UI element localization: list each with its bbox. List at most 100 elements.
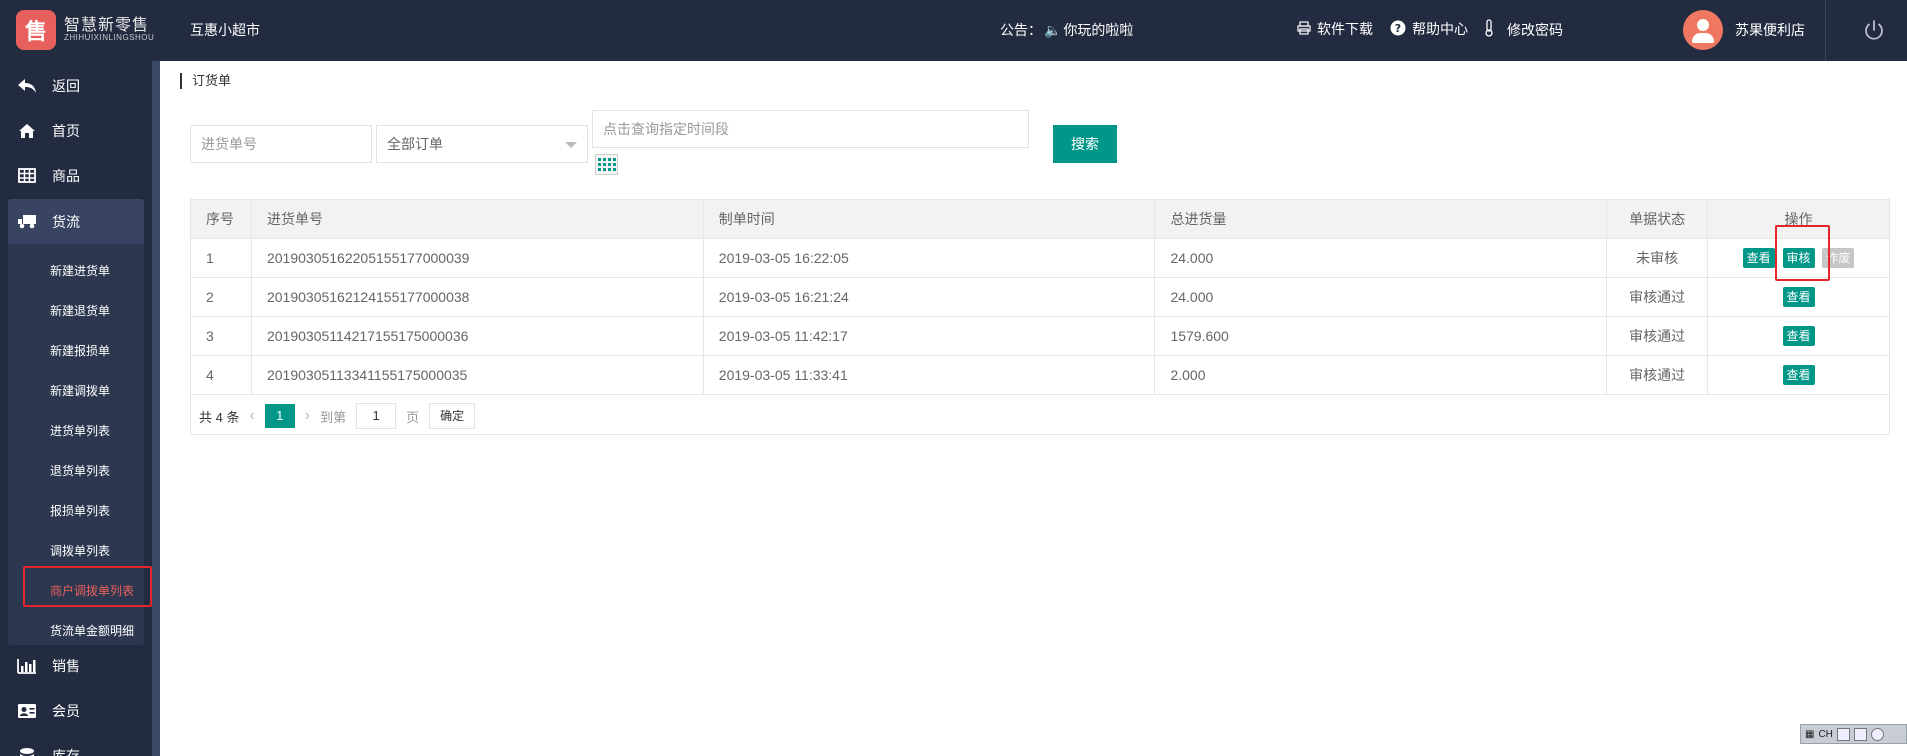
table-header-row: 序号 进货单号 制单时间 总进货量 单据状态 操作 xyxy=(190,199,1890,239)
software-download-link[interactable]: 软件下载 xyxy=(1297,19,1373,39)
speaker-icon: 🔈 xyxy=(1044,22,1062,38)
cell-order-no: 20190305114217155175000036 xyxy=(250,316,704,356)
truck-icon xyxy=(16,213,38,231)
store-title: 互惠小超市 xyxy=(190,22,260,38)
sidebar-sub-transfer-list[interactable]: 调拨单列表 xyxy=(50,542,110,559)
header-index: 序号 xyxy=(190,199,252,239)
cell-status: 审核通过 xyxy=(1606,355,1709,395)
sidebar: 返回 首页 商品 货流 新建进货单 新建退货单 新建报损单 新建调拨单 进货单列… xyxy=(0,61,152,756)
view-button[interactable]: 查看 xyxy=(1782,326,1815,346)
bar-chart-icon xyxy=(16,657,38,675)
goto-page-input[interactable]: 1 xyxy=(356,403,397,429)
sidebar-item-label: 首页 xyxy=(52,122,80,139)
sidebar-item-goods[interactable]: 商品 xyxy=(0,153,152,198)
logo-en: ZHIHUIXINLINGSHOU xyxy=(64,33,155,43)
breadcrumb: 订货单 xyxy=(180,73,231,89)
shop-name[interactable]: 苏果便利店 xyxy=(1735,20,1805,40)
highlight-box-sidebar xyxy=(23,566,152,607)
time-range-input[interactable]: 点击查询指定时间段 xyxy=(592,110,1029,148)
cell-time: 2019-03-05 11:33:41 xyxy=(702,355,1156,395)
sidebar-item-label: 商品 xyxy=(52,167,80,184)
top-divider xyxy=(1825,0,1826,61)
logo-text: 智慧新零售 ZHIHUIXINLINGSHOU xyxy=(64,17,154,43)
cell-actions: 查看 xyxy=(1707,277,1890,317)
avatar[interactable] xyxy=(1683,10,1723,50)
top-bar: 售 智慧新零售 ZHIHUIXINLINGSHOU 互惠小超市 公告： 🔈 你玩的啦… xyxy=(0,0,1907,61)
cell-order-no: 20190305162124155177000038 xyxy=(250,277,704,317)
view-button[interactable]: 查看 xyxy=(1782,287,1815,307)
notice-bar: 公告： 🔈 你玩的啦啦 xyxy=(1000,20,1133,40)
sidebar-sub-loss-list[interactable]: 报损单列表 xyxy=(50,502,110,519)
time-range-placeholder: 点击查询指定时间段 xyxy=(603,121,729,137)
sidebar-item-inventory[interactable]: 库存 xyxy=(0,733,152,756)
goto-confirm-button[interactable]: 确定 xyxy=(429,403,476,429)
table-row: 2 20190305162124155177000038 2019-03-05 … xyxy=(190,277,1890,317)
notice-text: 你玩的啦啦 xyxy=(1063,22,1134,38)
help-icon[interactable] xyxy=(1870,727,1884,741)
order-no-input[interactable]: 进货单号 xyxy=(190,125,372,163)
sidebar-sub-new-transfer[interactable]: 新建调拨单 xyxy=(50,382,110,399)
calendar-icon[interactable] xyxy=(595,154,618,175)
sidebar-item-label: 返回 xyxy=(52,77,80,94)
total-count: 共 4 条 xyxy=(199,409,240,425)
cell-qty: 24.000 xyxy=(1154,277,1608,317)
question-icon: ? xyxy=(1390,20,1406,39)
sidebar-item-label: 销售 xyxy=(52,657,80,674)
thermometer-icon xyxy=(1483,19,1495,40)
keyboard-icon[interactable]: ▦ xyxy=(1805,729,1814,740)
sidebar-item-sales[interactable]: 销售 xyxy=(0,643,152,688)
ime-lang[interactable]: CH xyxy=(1818,729,1832,740)
back-arrow-icon xyxy=(16,77,38,95)
cell-index: 4 xyxy=(190,355,252,395)
sidebar-sub-amount-detail[interactable]: 货流单金额明细 xyxy=(50,622,134,639)
sidebar-item-back[interactable]: 返回 xyxy=(0,63,152,108)
header-time: 制单时间 xyxy=(702,199,1156,239)
logo: 售 智慧新零售 ZHIHUIXINLINGSHOU xyxy=(16,10,154,50)
sidebar-sub-purchase-list[interactable]: 进货单列表 xyxy=(50,422,110,439)
sidebar-sub-new-purchase[interactable]: 新建进货单 xyxy=(50,262,110,279)
cell-time: 2019-03-05 11:42:17 xyxy=(702,316,1156,356)
cell-qty: 24.000 xyxy=(1154,238,1608,278)
sidebar-sub-return-list[interactable]: 退货单列表 xyxy=(50,462,110,479)
table-icon xyxy=(16,167,38,185)
sidebar-sub-new-return[interactable]: 新建退货单 xyxy=(50,302,110,319)
header-qty: 总进货量 xyxy=(1154,199,1608,239)
order-no-placeholder: 进货单号 xyxy=(201,136,257,152)
highlight-box-audit xyxy=(1775,225,1830,281)
table-row: 4 20190305113341155175000035 2019-03-05 … xyxy=(190,355,1890,395)
search-button[interactable]: 搜索 xyxy=(1053,125,1117,163)
order-type-select[interactable]: 全部订单 xyxy=(376,125,588,163)
cell-actions: 查看 xyxy=(1707,316,1890,356)
sidebar-item-members[interactable]: 会员 xyxy=(0,688,152,733)
page-unit-label: 页 xyxy=(406,409,420,425)
page-current[interactable]: 1 xyxy=(264,404,295,428)
table-row: 3 20190305114217155175000036 2019-03-05 … xyxy=(190,316,1890,356)
order-type-value: 全部订单 xyxy=(387,136,443,152)
view-button[interactable]: 查看 xyxy=(1742,248,1775,268)
sidebar-item-label: 库存 xyxy=(52,747,80,756)
power-icon[interactable] xyxy=(1862,18,1886,42)
cell-status: 审核通过 xyxy=(1606,277,1709,317)
next-page-icon[interactable]: › xyxy=(305,407,310,425)
change-password-link[interactable]: 修改密码 xyxy=(1483,19,1563,40)
pagination-bar: 共 4 条 ‹ 1 › 到第 1 页 确定 xyxy=(190,395,1890,435)
ime-tool-icon[interactable] xyxy=(1836,727,1850,741)
user-icon[interactable] xyxy=(1853,727,1867,741)
system-tray: ▦ CH xyxy=(1800,724,1907,744)
change-password-label: 修改密码 xyxy=(1507,21,1563,38)
prev-page-icon[interactable]: ‹ xyxy=(249,407,254,425)
chevron-down-icon xyxy=(565,142,577,148)
view-button[interactable]: 查看 xyxy=(1782,365,1815,385)
cell-order-no: 20190305162205155177000039 xyxy=(250,238,704,278)
svg-text:?: ? xyxy=(1395,22,1401,35)
sidebar-item-logistics[interactable]: 货流 xyxy=(0,199,152,244)
help-center-label: 帮助中心 xyxy=(1412,21,1468,37)
order-table: 序号 进货单号 制单时间 总进货量 单据状态 操作 1 201903051622… xyxy=(190,199,1890,395)
sidebar-item-home[interactable]: 首页 xyxy=(0,108,152,153)
sidebar-sub-new-loss[interactable]: 新建报损单 xyxy=(50,342,110,359)
member-card-icon xyxy=(16,702,38,720)
cell-index: 1 xyxy=(190,238,252,278)
help-center-link[interactable]: ? 帮助中心 xyxy=(1390,19,1468,39)
cell-qty: 2.000 xyxy=(1154,355,1608,395)
header-order-no: 进货单号 xyxy=(250,199,704,239)
